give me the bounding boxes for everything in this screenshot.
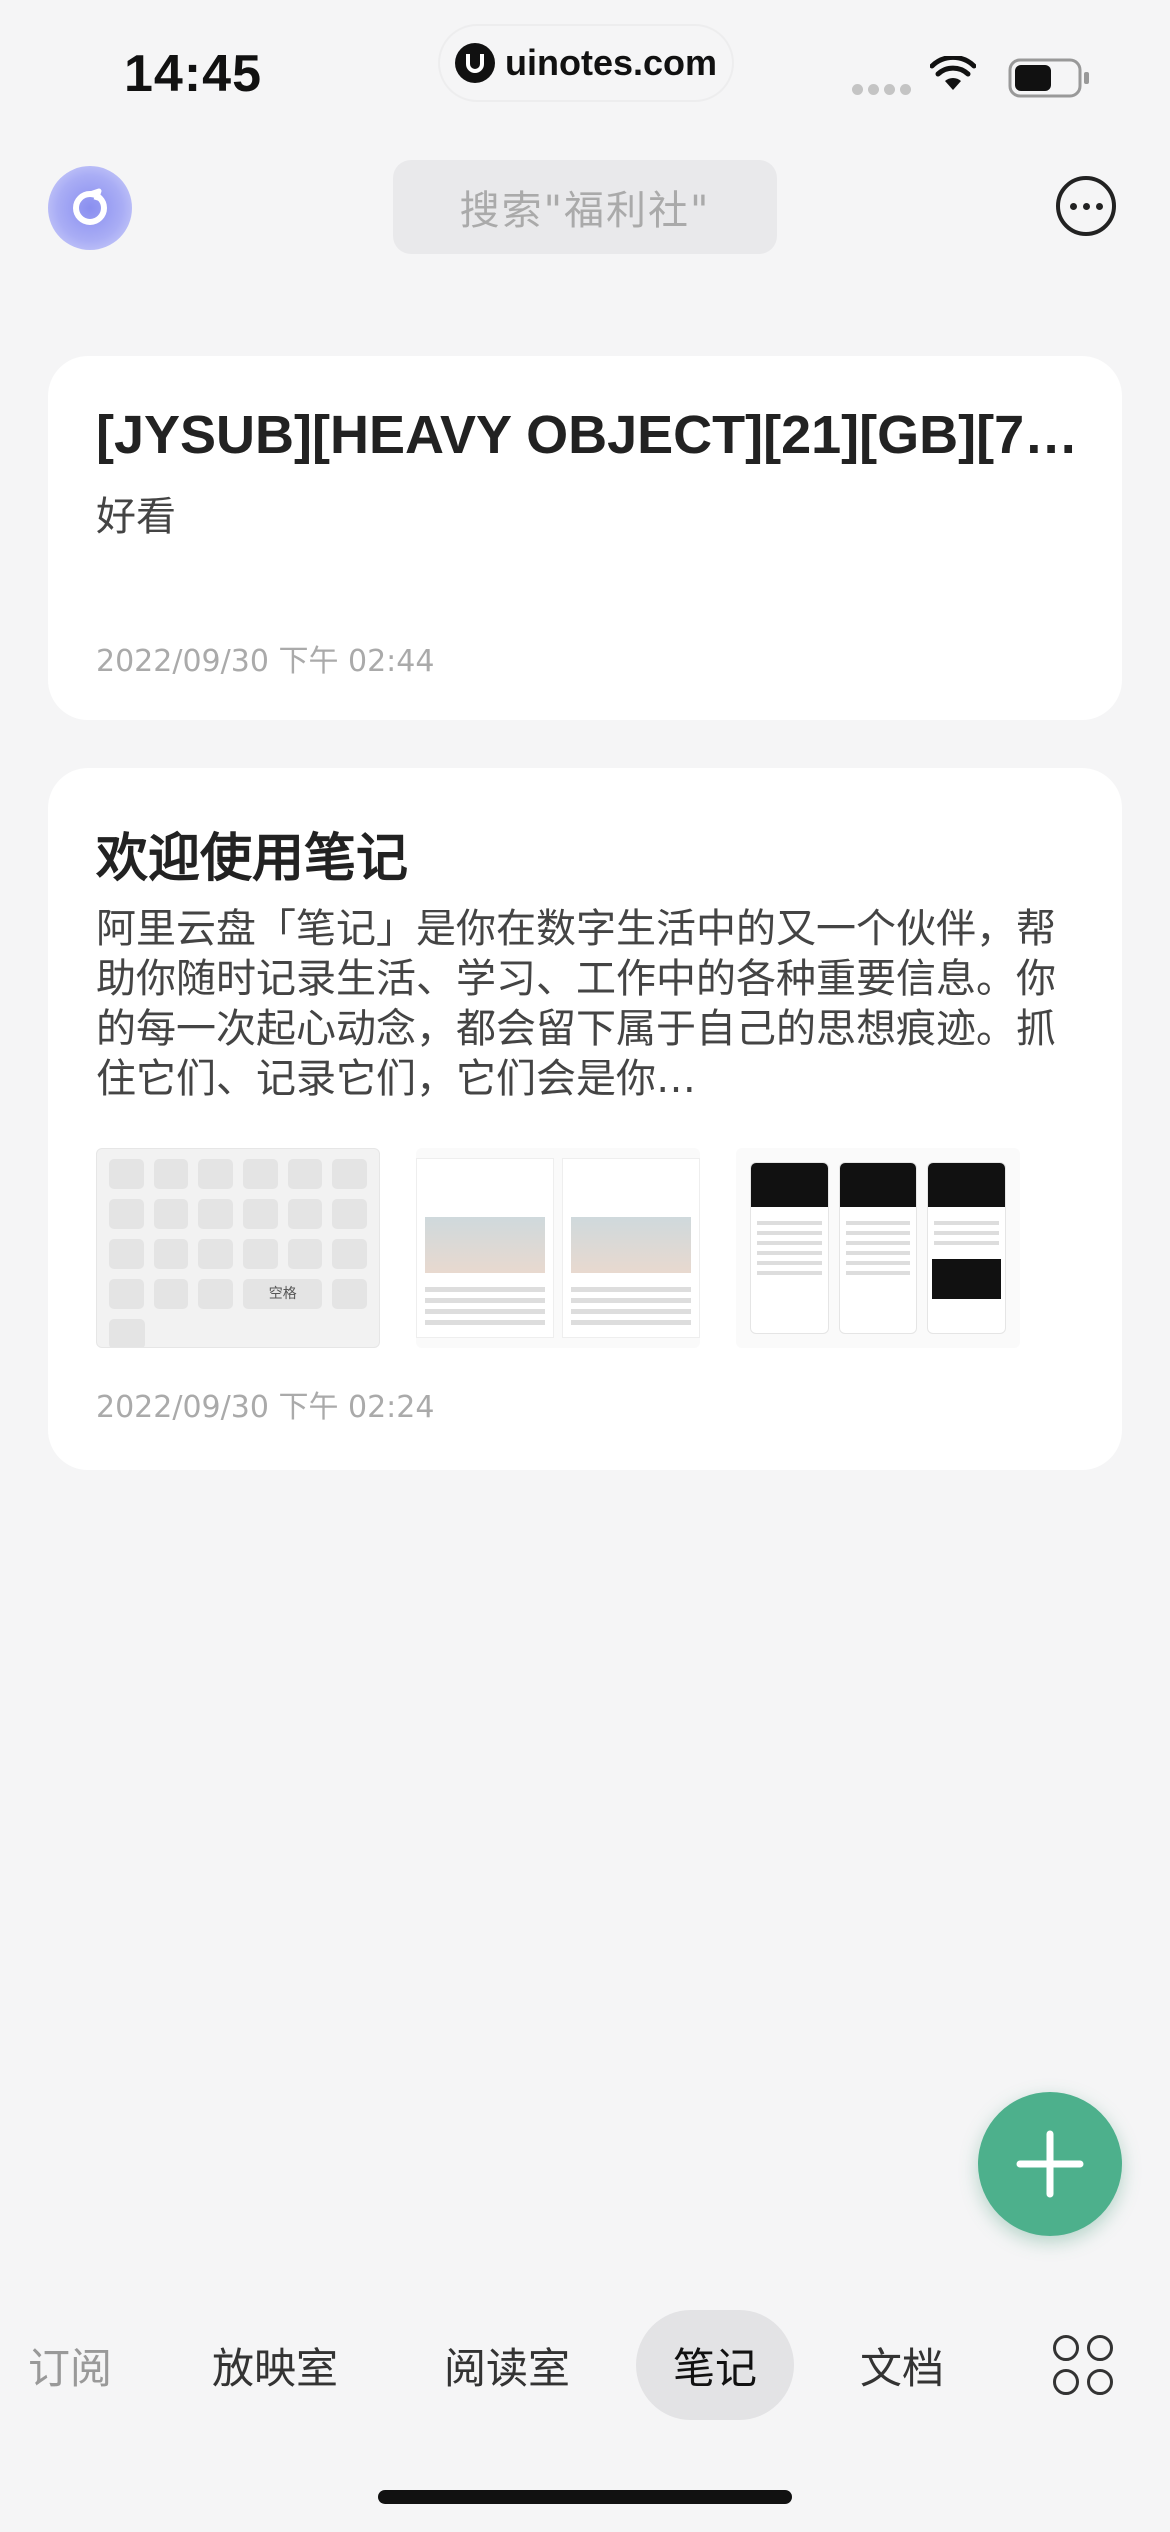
thumbnail-editor-toolbar[interactable]: 空格 xyxy=(96,1148,380,1348)
signal-icon xyxy=(852,84,911,95)
thumbnail-label: 空格 xyxy=(243,1279,323,1309)
note-date: 2022/09/30 下午 02:24 xyxy=(96,1390,435,1425)
tab-more[interactable] xyxy=(1050,2310,1116,2420)
tab-notes[interactable]: 笔记 xyxy=(636,2310,794,2420)
grid-icon xyxy=(1053,2335,1113,2395)
plus-icon xyxy=(1016,2130,1084,2198)
url-text: uinotes.com xyxy=(504,42,718,83)
note-date: 2022/09/30 下午 02:44 xyxy=(96,644,435,679)
note-title: [JYSUB][HEAVY OBJECT][21][GB][7… xyxy=(96,405,1076,465)
bottom-tab-bar: 订阅 放映室 阅读室 笔记 文档 xyxy=(0,2310,1170,2420)
tab-subscribe[interactable]: 订阅 xyxy=(20,2310,120,2420)
battery-icon xyxy=(1008,58,1089,98)
app-logo-icon[interactable] xyxy=(48,166,132,250)
home-indicator xyxy=(378,2490,792,2504)
notes-screen: 14:45 uinotes.com 搜索"福利社" [JYSUB][HEAVY … xyxy=(0,0,1170,2532)
search-input[interactable]: 搜索"福利社" xyxy=(393,160,777,254)
thumbnail-reading-screens[interactable] xyxy=(416,1148,700,1348)
status-time: 14:45 xyxy=(124,45,262,103)
note-card[interactable]: 欢迎使用笔记 阿里云盘「笔记」是你在数字生活中的又一个伙伴，帮助你随时记录生活、… xyxy=(48,768,1122,1470)
tab-reading-room[interactable]: 阅读室 xyxy=(432,2310,582,2420)
tab-docs[interactable]: 文档 xyxy=(852,2310,952,2420)
tab-screening-room[interactable]: 放映室 xyxy=(200,2310,350,2420)
add-note-button[interactable] xyxy=(978,2092,1122,2236)
note-title: 欢迎使用笔记 xyxy=(96,829,409,889)
site-logo-icon xyxy=(454,43,495,83)
note-card[interactable]: [JYSUB][HEAVY OBJECT][21][GB][7… 好看 2022… xyxy=(48,356,1122,720)
note-body: 好看 xyxy=(96,494,176,540)
note-body: 阿里云盘「笔记」是你在数字生活中的又一个伙伴，帮助你随时记录生活、学习、工作中的… xyxy=(96,906,1056,1102)
note-thumbnails: 空格 xyxy=(96,1148,1020,1348)
thumbnail-app-screens[interactable] xyxy=(736,1148,1020,1348)
wifi-icon xyxy=(930,56,976,90)
url-pill[interactable]: uinotes.com xyxy=(440,26,732,100)
more-icon[interactable] xyxy=(1056,176,1116,236)
